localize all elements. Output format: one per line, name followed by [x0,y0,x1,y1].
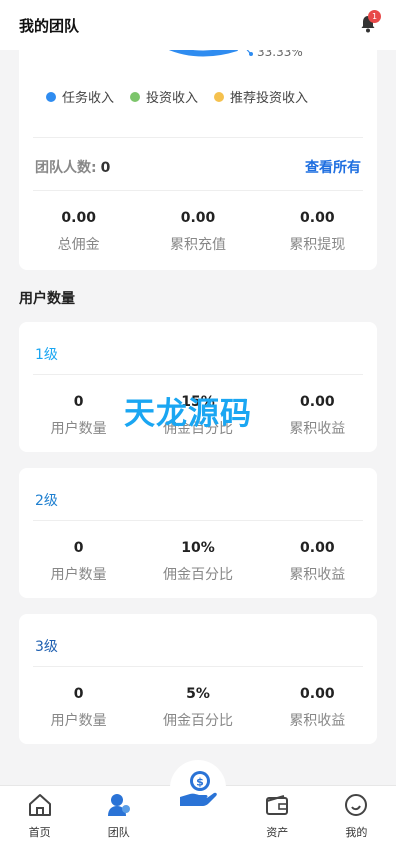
stat-total-commission: 0.00 总佣金 [19,210,138,254]
tab-label: 我的 [345,826,368,839]
profile-icon [345,794,368,816]
section-title: 用户数量 [19,291,75,307]
stat-label: 总佣金 [57,237,100,253]
stat-value: 0 [73,540,84,556]
stat-value: 0.00 [300,210,335,226]
team-count-group: 团队人数: 0 [35,157,110,177]
stat-commission-percent: 10% 佣金百分比 [138,540,257,584]
stat-value: 5% [186,686,210,702]
home-icon [28,794,51,816]
stat-cumulative-earnings: 0.00 累积收益 [258,540,377,584]
stat-value: 0.00 [180,210,216,226]
stat-value: 0 [73,394,84,410]
stat-label: 累积提现 [289,237,346,253]
team-icon [107,794,130,816]
level-stats: 0 用户数量 10% 佣金百分比 0.00 累积收益 [19,540,377,584]
stat-commission-percent: 5% 佣金百分比 [138,686,257,730]
legend-label: 任务收入 [62,91,115,106]
stat-label: 累积充值 [169,237,226,253]
pie-leader-dot [249,52,253,56]
legend-dot-task [46,91,56,102]
stat-label: 佣金百分比 [162,567,233,583]
stat-value: 0.00 [300,540,335,556]
level-title: 1级 [35,347,58,363]
divider [33,520,363,521]
tab-label: 首页 [28,826,51,839]
tab-assets[interactable]: 资产 [238,786,317,847]
stat-value: 0.00 [300,686,335,702]
stat-cumulative-earnings: 0.00 累积收益 [258,394,377,438]
team-count-row: 团队人数: 0 查看所有 [35,157,361,177]
level-title: 3级 [35,639,58,655]
tab-profile[interactable]: 我的 [317,786,396,847]
stat-user-count: 0 用户数量 [19,686,138,730]
divider [33,374,363,375]
stat-user-count: 0 用户数量 [19,394,138,438]
tab-team[interactable]: 团队 [79,786,158,847]
stat-value: 10% [181,540,215,556]
stat-value: 0.00 [61,210,96,226]
chart-legend: 任务收入 投资收入 推荐投资收入 [46,87,308,106]
stat-total-recharge: 0.00 累积充值 [138,210,257,254]
watermark-text: 天龙源码 [124,396,252,432]
tab-home[interactable]: 首页 [0,786,79,847]
divider [33,666,363,667]
app-header: 我的团队 1 [0,0,396,50]
level-card-2[interactable]: 2级 0 用户数量 10% 佣金百分比 0.00 累积收益 [19,468,377,598]
notification-badge: 1 [368,10,381,23]
team-stats: 0.00 总佣金 0.00 累积充值 0.00 累积提现 [19,210,377,254]
team-count-value: 0 [100,160,111,176]
stat-label: 累积收益 [289,567,346,583]
stat-label: 用户数量 [50,421,107,437]
page-title: 我的团队 [19,16,80,35]
wallet-icon [266,795,289,815]
level-stats: 0 用户数量 5% 佣金百分比 0.00 累积收益 [19,686,377,730]
center-action-button[interactable]: $ [170,760,226,816]
money-hand-icon: $ [180,771,217,806]
legend-label: 推荐投资收入 [230,91,309,106]
tab-label: 团队 [107,826,130,839]
stat-value: 0.00 [300,394,335,410]
legend-label: 投资收入 [146,91,199,106]
stat-label: 用户数量 [50,713,107,729]
stat-value: 0 [73,686,84,702]
legend-item-task: 任务收入 [46,87,114,106]
legend-dot-investment [130,91,141,102]
svg-text:$: $ [196,776,204,789]
stat-total-withdraw: 0.00 累积提现 [258,210,377,254]
level-title: 2级 [35,493,58,509]
divider [33,190,363,191]
stat-user-count: 0 用户数量 [19,540,138,584]
stat-cumulative-earnings: 0.00 累积收益 [258,686,377,730]
stat-label: 佣金百分比 [162,713,233,729]
level-card-3[interactable]: 3级 0 用户数量 5% 佣金百分比 0.00 累积收益 [19,614,377,744]
legend-item-referral: 推荐投资收入 [214,87,308,106]
divider [33,137,363,138]
legend-item-investment: 投资收入 [130,87,198,106]
legend-dot-referral [214,91,225,102]
tab-label: 资产 [266,826,289,839]
stat-label: 用户数量 [50,567,107,583]
team-count-label: 团队人数: [35,160,97,176]
stat-label: 累积收益 [289,421,346,437]
view-all-link[interactable]: 查看所有 [305,157,361,177]
stat-label: 累积收益 [289,713,346,729]
